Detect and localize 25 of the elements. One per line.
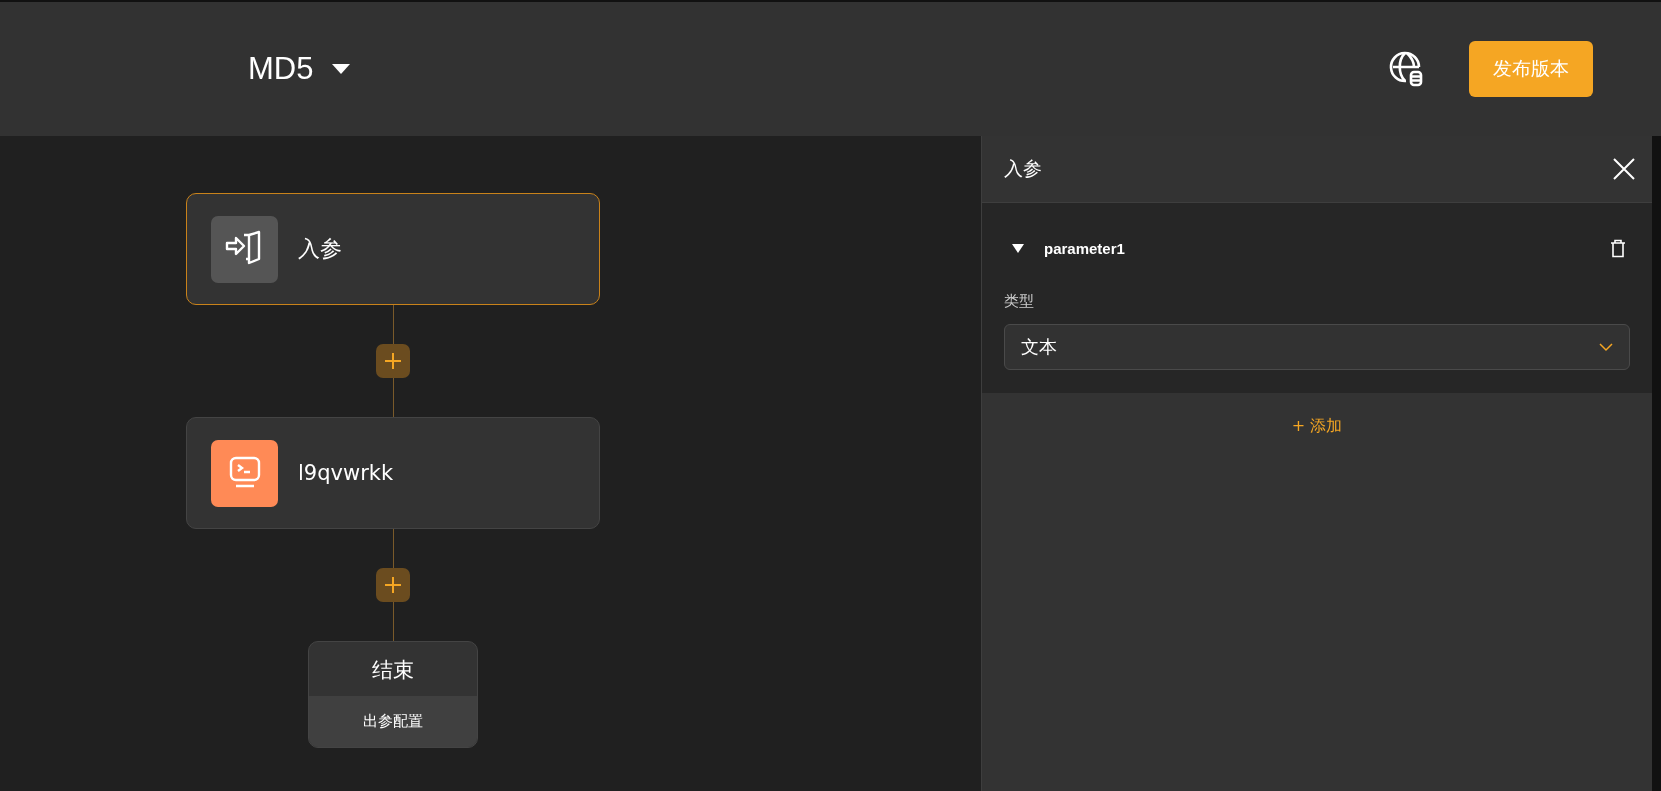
node-label: 入参 xyxy=(298,235,342,263)
workflow-title: MD5 xyxy=(248,51,314,87)
output-config-button[interactable]: 出参配置 xyxy=(309,696,477,747)
add-parameter-link[interactable]: + 添加 xyxy=(1285,415,1349,438)
expand-icon[interactable] xyxy=(1012,244,1024,253)
field-label: 类型 xyxy=(1004,292,1035,311)
flow-node[interactable]: 入参 xyxy=(186,193,600,305)
globe-database-icon[interactable] xyxy=(1389,51,1425,87)
node-label: 结束 xyxy=(371,657,415,684)
node-label: l9qvwrkk xyxy=(298,461,394,485)
end-node[interactable]: 结束 出参配置 xyxy=(308,641,478,748)
add-node-button[interactable] xyxy=(376,344,410,378)
close-icon[interactable] xyxy=(1613,158,1635,180)
flow-node[interactable]: l9qvwrkk xyxy=(186,417,600,529)
caret-icon[interactable] xyxy=(331,63,352,75)
type-select[interactable]: 文本 xyxy=(1004,324,1630,370)
trash-icon[interactable] xyxy=(1610,239,1626,258)
chevron-down-icon xyxy=(1599,342,1613,352)
add-node-button[interactable] xyxy=(376,568,410,602)
plus-icon xyxy=(383,575,403,595)
parameter-name: parameter1 xyxy=(1044,240,1126,257)
panel-title: 入参 xyxy=(1004,156,1042,181)
plus-icon xyxy=(383,351,403,371)
terminal-icon xyxy=(211,439,278,507)
sign-in-icon xyxy=(211,215,278,283)
